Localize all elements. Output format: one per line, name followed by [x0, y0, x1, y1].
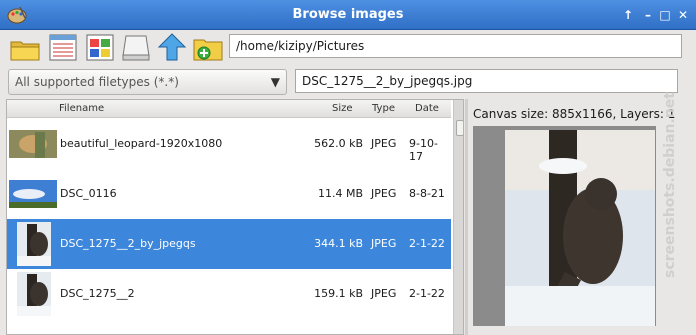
thumbnail-squirrel — [17, 222, 51, 266]
column-date[interactable]: Date — [415, 103, 439, 114]
row-size: 344.1 kB — [314, 237, 363, 250]
row-date: 2-1-22 — [409, 237, 445, 250]
maximize-icon[interactable]: □ — [657, 7, 673, 23]
up-directory-button[interactable] — [153, 30, 189, 64]
thumbnail-view-icon — [86, 34, 114, 61]
squirrel-preview — [473, 126, 656, 331]
new-folder-button[interactable] — [189, 30, 225, 64]
filetype-select-value: All supported filetypes (*.*) — [15, 75, 179, 89]
row-filename: DSC_1275__2_by_jpegqs — [60, 237, 196, 250]
list-view-icon — [49, 34, 77, 61]
up-arrow-icon — [157, 33, 187, 61]
row-size: 562.0 kB — [314, 137, 363, 150]
row-size: 11.4 MB — [317, 187, 363, 200]
row-date: 8-8-21 — [409, 187, 445, 200]
row-filename: beautiful_leopard-1920x1080 — [60, 137, 223, 150]
preview-image — [473, 126, 656, 331]
row-date: 9-10-17 — [409, 137, 438, 163]
list-view-button[interactable] — [44, 30, 80, 64]
column-type[interactable]: Type — [372, 103, 395, 114]
row-filename: DSC_0116 — [60, 187, 117, 200]
row-type: JPEG — [371, 237, 397, 250]
row-size: 159.1 kB — [314, 287, 363, 300]
row-type: JPEG — [371, 187, 397, 200]
row-type: JPEG — [371, 287, 397, 300]
title-bar: Browse images ↑ – □ ✕ — [0, 0, 696, 30]
filename-field[interactable]: DSC_1275__2_by_jpegqs.jpg — [295, 69, 678, 93]
watermark: screenshots.debian.net — [662, 92, 678, 278]
row-type: JPEG — [371, 137, 397, 150]
close-icon[interactable]: ✕ — [675, 7, 691, 23]
row-filename: DSC_1275__2 — [60, 287, 135, 300]
row-date: 2-1-22 — [409, 287, 445, 300]
list-item[interactable]: DSC_0116 11.4 MB JPEG 8-8-21 — [7, 169, 451, 219]
thumbnail-view-button[interactable] — [81, 30, 117, 64]
open-folder-icon — [10, 41, 40, 61]
path-field[interactable]: /home/kizipy/Pictures — [229, 34, 682, 58]
column-filename[interactable]: Filename — [59, 103, 104, 114]
list-item-selected[interactable]: DSC_1275__2_by_jpegqs 344.1 kB JPEG 2-1-… — [7, 219, 451, 269]
thumbnail-squirrel — [17, 272, 51, 316]
new-folder-icon — [193, 39, 223, 61]
thumbnail-sky — [9, 180, 57, 208]
canvas-info: Canvas size: 885x1166, Layers: 1 — [473, 107, 676, 121]
open-folder-button[interactable] — [6, 30, 42, 64]
list-item[interactable]: DSC_1275__2 159.1 kB JPEG 2-1-22 — [7, 269, 451, 319]
list-item[interactable]: beautiful_leopard-1920x1080 562.0 kB JPE… — [7, 119, 451, 169]
window-title: Browse images — [292, 7, 404, 22]
list-scrollbar[interactable] — [453, 100, 463, 334]
thumbnail-leopard — [9, 130, 57, 158]
drive-icon — [122, 35, 150, 61]
pane-splitter[interactable] — [465, 99, 468, 335]
file-list[interactable]: Filename Size Type Date beautiful_leopar… — [6, 99, 464, 335]
dropdown-arrow-icon: ▼ — [270, 75, 280, 89]
scrollbar-thumb[interactable] — [456, 120, 463, 136]
minimize-icon[interactable]: – — [640, 7, 656, 23]
filetype-select[interactable]: All supported filetypes (*.*) ▼ — [8, 69, 287, 95]
list-header: Filename Size Type Date — [7, 100, 451, 118]
up-window-icon[interactable]: ↑ — [620, 7, 636, 23]
column-size[interactable]: Size — [332, 103, 353, 114]
drive-button[interactable] — [117, 30, 153, 64]
